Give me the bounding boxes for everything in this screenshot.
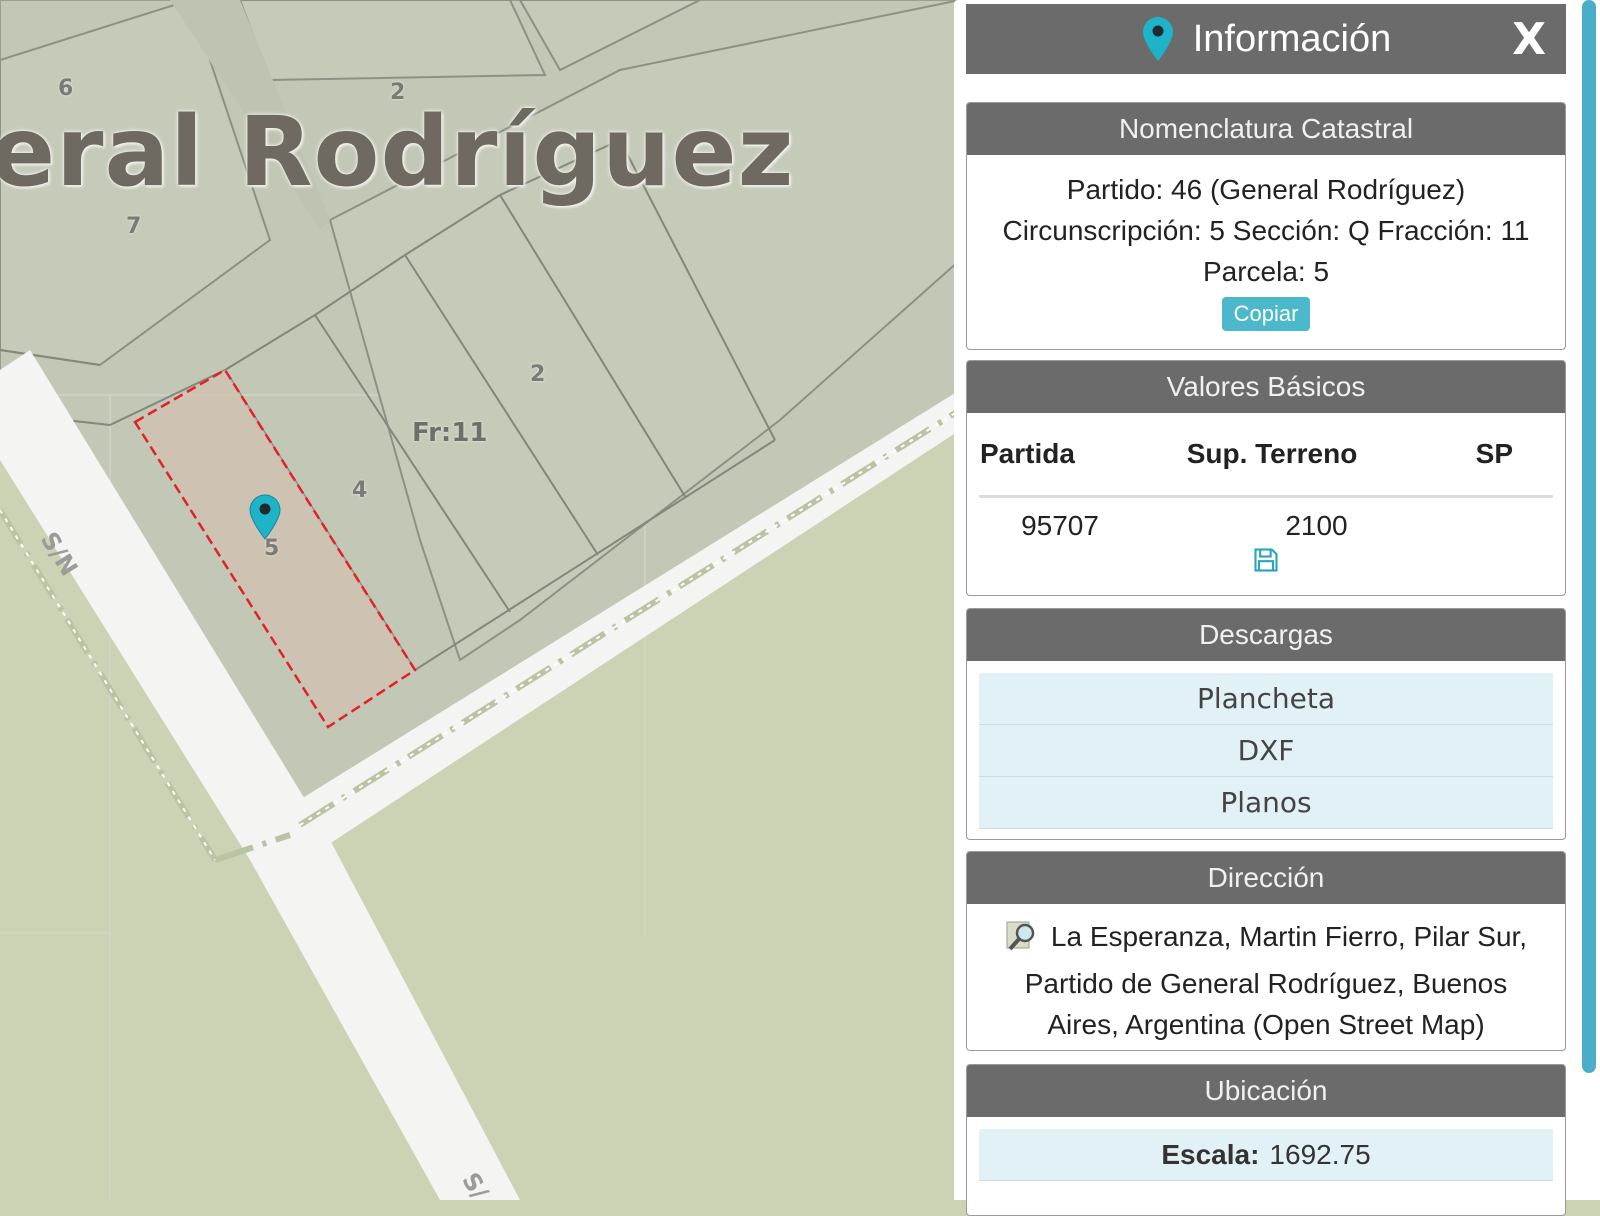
escala-label: Escala: xyxy=(1161,1138,1260,1170)
copy-button[interactable]: Copiar xyxy=(1221,297,1311,331)
lot-number: 6 xyxy=(58,76,74,101)
dxf-link[interactable]: DXF xyxy=(979,725,1553,777)
scrollbar-thumb[interactable] xyxy=(1582,0,1596,1073)
lot-number: 2 xyxy=(530,362,546,387)
address-text: La Esperanza, Martin Fierro, Pilar Sur, … xyxy=(1024,921,1528,1040)
partido-line: Partido: 46 (General Rodríguez) xyxy=(1066,174,1466,205)
locality-label: eral Rodríguez xyxy=(0,96,795,208)
panel-title: Información xyxy=(1192,17,1392,60)
column-header: Sup. Terreno xyxy=(1141,413,1403,498)
plancheta-link[interactable]: Plancheta xyxy=(979,673,1553,725)
lot-number: 7 xyxy=(126,214,142,239)
map-pin-icon xyxy=(1141,15,1175,63)
escala-value: 1692.75 xyxy=(1269,1138,1371,1170)
valores-card: Valores Básicos Partida Sup. Terreno SP … xyxy=(966,360,1566,596)
nomenclatura-title: Nomenclatura Catastral xyxy=(967,103,1565,155)
ubicacion-card: Ubicación Escala: 1692.75 xyxy=(966,1064,1566,1216)
panel-scrollbar[interactable] xyxy=(1578,0,1600,1200)
close-button[interactable]: X xyxy=(1512,14,1546,65)
map-canvas[interactable]: eral Rodríguez 6 2 7 2 4 5 Fr:11 S/N S/ xyxy=(0,0,960,1200)
parcela-line: Parcela: 5 xyxy=(1202,256,1330,287)
descargas-card: Descargas Plancheta DXF Planos xyxy=(966,608,1566,840)
location-marker-icon[interactable] xyxy=(248,494,282,540)
column-header: Partida xyxy=(979,413,1141,498)
circunscripcion-line: Circunscripción: 5 Sección: Q Fracción: … xyxy=(1002,215,1530,246)
fraction-label: Fr:11 xyxy=(412,418,488,448)
panel-header: Información X xyxy=(966,4,1566,74)
valores-title: Valores Básicos xyxy=(967,361,1565,413)
planos-link[interactable]: Planos xyxy=(979,777,1553,829)
lot-number: 2 xyxy=(390,80,406,105)
valores-table: Partida Sup. Terreno SP 95707 2100 xyxy=(979,413,1553,554)
info-panel: Información X Nomenclatura Catastral Par… xyxy=(954,0,1600,1216)
nomenclatura-card: Nomenclatura Catastral Partido: 46 (Gene… xyxy=(966,102,1566,350)
direccion-title: Dirección xyxy=(967,852,1565,904)
save-icon[interactable] xyxy=(1252,546,1280,579)
lot-number: 4 xyxy=(352,478,368,503)
descargas-title: Descargas xyxy=(967,609,1565,661)
column-header: SP xyxy=(1403,413,1553,498)
direccion-card: Dirección La Esperanza, Martin Fierro, P… xyxy=(966,851,1566,1051)
escala-row: Escala: 1692.75 xyxy=(979,1129,1553,1181)
ubicacion-title: Ubicación xyxy=(967,1065,1565,1117)
magnifier-map-icon[interactable] xyxy=(1005,918,1039,963)
